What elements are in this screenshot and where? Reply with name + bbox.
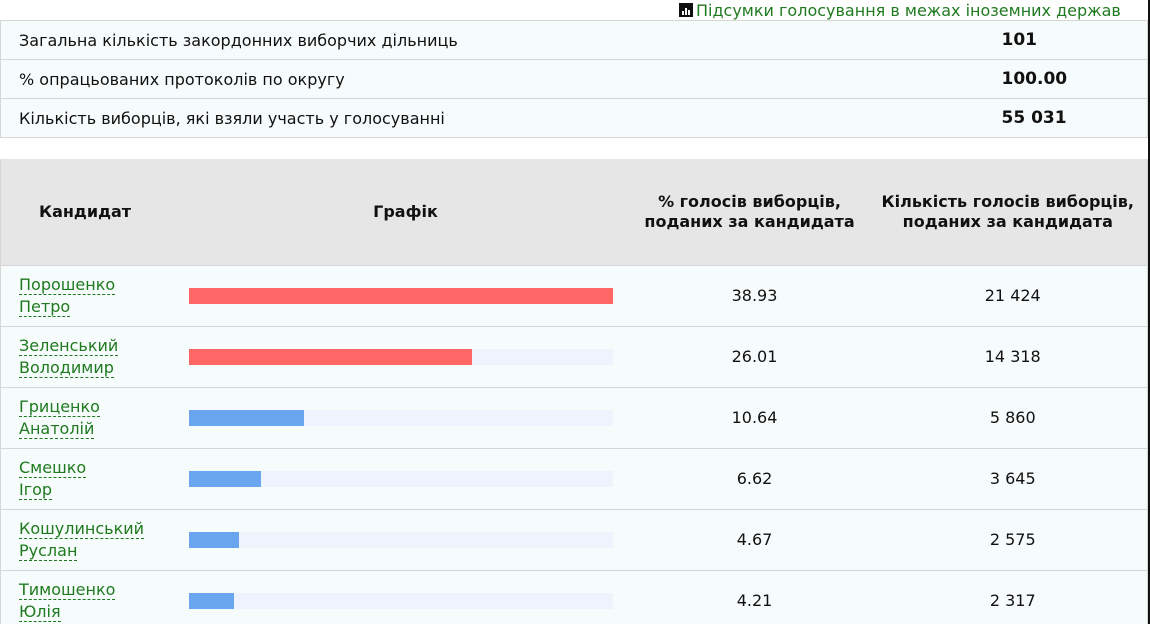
summary-row: Загальна кількість закордонних виборчих …	[0, 21, 1148, 60]
chart-cell	[181, 448, 631, 509]
candidate-row: Зеленський Володимир 26.01 14 318	[0, 326, 1148, 387]
candidate-row: Тимошенко Юлія 4.21 2 317	[0, 570, 1148, 624]
summary-table: Загальна кількість закордонних виборчих …	[0, 20, 1148, 138]
candidate-firstname: Володимир	[19, 357, 114, 377]
candidate-link[interactable]: Тимошенко	[19, 579, 116, 600]
candidate-surname: Гриценко	[19, 396, 100, 416]
candidate-row: Гриценко Анатолій 10.64 5 860	[0, 387, 1148, 448]
vote-percent: 26.01	[731, 347, 778, 366]
candidate-name-cell: Тимошенко Юлія	[1, 570, 181, 624]
vote-count: 3 645	[989, 469, 1036, 488]
candidate-link[interactable]: Анатолій	[19, 418, 95, 439]
summary-label: % опрацьованих протоколів по округу	[19, 69, 345, 89]
vote-bar-fill	[188, 592, 235, 609]
candidate-surname: Смешко	[19, 457, 87, 477]
candidate-name-cell: Смешко Ігор	[1, 448, 181, 509]
chart-cell	[181, 570, 631, 624]
candidate-firstname: Анатолій	[19, 418, 95, 438]
candidate-firstname: Ігор	[19, 479, 53, 499]
vote-bar-track	[188, 531, 613, 548]
header-count: Кількість голосів виборців, поданих за к…	[881, 191, 1134, 231]
vote-percent: 38.93	[731, 286, 778, 305]
candidate-firstname: Руслан	[19, 540, 78, 560]
candidate-link[interactable]: Смешко	[19, 457, 87, 478]
candidate-link[interactable]: Зеленський	[19, 335, 119, 356]
vote-bar-fill	[188, 409, 305, 426]
results-table: Кандидат Графік % голосів виборців, пода…	[0, 159, 1148, 624]
candidate-link[interactable]: Ігор	[19, 479, 53, 500]
summary-value: 101	[1001, 30, 1038, 50]
vote-bar-track	[188, 592, 613, 609]
vote-bar-track	[188, 409, 613, 426]
bar-chart-icon	[679, 3, 693, 17]
header-percent: % голосів виборців, поданих за кандидата	[644, 191, 855, 231]
summary-value: 55 031	[1001, 108, 1067, 128]
vote-bar-track	[188, 287, 613, 304]
vote-bar-fill	[188, 531, 240, 548]
summary-label: Кількість виборців, які взяли участь у г…	[19, 108, 445, 128]
chart-cell	[181, 265, 631, 326]
vote-bar-fill	[188, 287, 613, 304]
summary-value: 100.00	[1001, 69, 1068, 89]
candidate-surname: Кошулинський	[19, 518, 145, 538]
candidate-link[interactable]: Руслан	[19, 540, 78, 561]
candidate-row: Смешко Ігор 6.62 3 645	[0, 448, 1148, 509]
vote-percent: 10.64	[731, 408, 778, 427]
vote-count: 2 575	[989, 530, 1036, 549]
candidate-link[interactable]: Петро	[19, 296, 71, 317]
candidate-surname: Порошенко	[19, 274, 116, 294]
candidate-name-cell: Гриценко Анатолій	[1, 387, 181, 448]
vote-percent: 4.67	[736, 530, 773, 549]
candidate-name-cell: Кошулинський Руслан	[1, 509, 181, 570]
vote-count: 21 424	[984, 286, 1041, 305]
candidate-firstname: Петро	[19, 296, 71, 316]
candidate-surname: Зеленський	[19, 335, 119, 355]
candidate-name-cell: Порошенко Петро	[1, 265, 181, 326]
vote-bar-fill	[188, 470, 261, 487]
candidate-link[interactable]: Володимир	[19, 357, 114, 378]
candidate-link[interactable]: Порошенко	[19, 274, 116, 295]
chart-cell	[181, 326, 631, 387]
header-chart: Графік	[373, 201, 438, 221]
header-candidate: Кандидат	[39, 201, 132, 221]
candidate-row: Кошулинський Руслан 4.67 2 575	[0, 509, 1148, 570]
summary-row: % опрацьованих протоколів по округу 100.…	[0, 60, 1148, 99]
candidate-row: Порошенко Петро 38.93 21 424	[0, 265, 1148, 326]
candidate-surname: Тимошенко	[19, 579, 116, 599]
summary-label: Загальна кількість закордонних виборчих …	[19, 30, 458, 50]
vote-count: 2 317	[989, 591, 1036, 611]
foreign-states-results-label: Підсумки голосування в межах іноземних д…	[696, 0, 1121, 20]
candidate-name-cell: Зеленський Володимир	[1, 326, 181, 387]
vote-percent: 6.62	[736, 469, 773, 488]
candidate-link[interactable]: Юлія	[19, 601, 61, 622]
vote-count: 14 318	[984, 347, 1041, 366]
chart-cell	[181, 387, 631, 448]
foreign-states-results-link[interactable]: Підсумки голосування в межах іноземних д…	[679, 0, 1121, 20]
candidate-link[interactable]: Гриценко	[19, 396, 100, 417]
results-body: Порошенко Петро 38.93 21 424 Зеленський Волод…	[0, 265, 1148, 624]
chart-cell	[181, 509, 631, 570]
summary-row: Кількість виборців, які взяли участь у г…	[1, 99, 1148, 138]
candidate-firstname: Юлія	[19, 601, 61, 621]
vote-bar-fill	[188, 348, 472, 365]
results-header-row: Кандидат Графік % голосів виборців, пода…	[0, 159, 1148, 265]
vote-percent: 4.21	[736, 591, 773, 611]
vote-bar-track	[188, 348, 613, 365]
vote-count: 5 860	[989, 408, 1036, 427]
candidate-link[interactable]: Кошулинський	[19, 518, 145, 539]
vote-bar-track	[188, 470, 613, 487]
